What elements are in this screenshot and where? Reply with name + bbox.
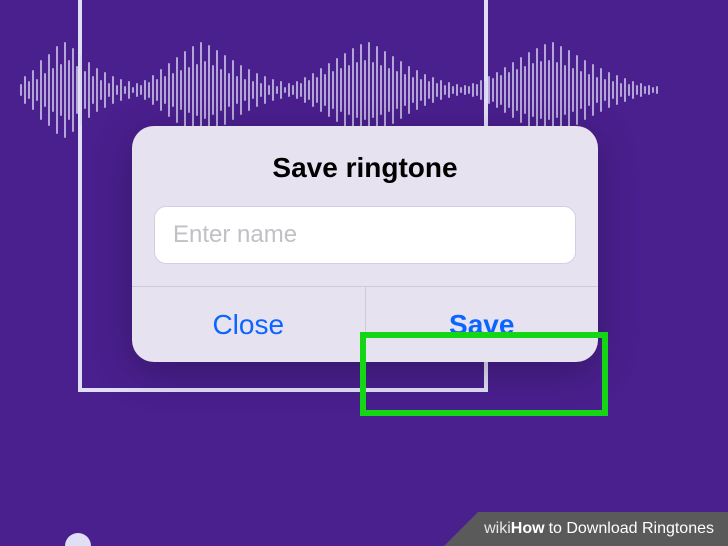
- dialog-button-row: Close Save: [132, 286, 598, 362]
- ringtone-name-input[interactable]: [154, 206, 576, 264]
- screenshot-stage: Save ringtone Close Save wikiHow to Down…: [0, 0, 728, 546]
- wikihow-caption: wikiHow to Download Ringtones: [444, 512, 728, 546]
- dialog-title: Save ringtone: [132, 126, 598, 202]
- save-button[interactable]: Save: [365, 287, 599, 362]
- close-button[interactable]: Close: [132, 287, 365, 362]
- save-ringtone-dialog: Save ringtone Close Save: [132, 126, 598, 362]
- brand-suffix: How: [511, 520, 545, 538]
- article-title: to Download Ringtones: [549, 520, 714, 538]
- caption-wedge: [444, 512, 478, 546]
- name-input-wrap: [132, 202, 598, 286]
- brand-prefix: wiki: [484, 520, 511, 538]
- audio-selection-baseline: [78, 388, 488, 392]
- trim-handle-start[interactable]: [65, 533, 91, 546]
- caption-text: wikiHow to Download Ringtones: [478, 512, 728, 546]
